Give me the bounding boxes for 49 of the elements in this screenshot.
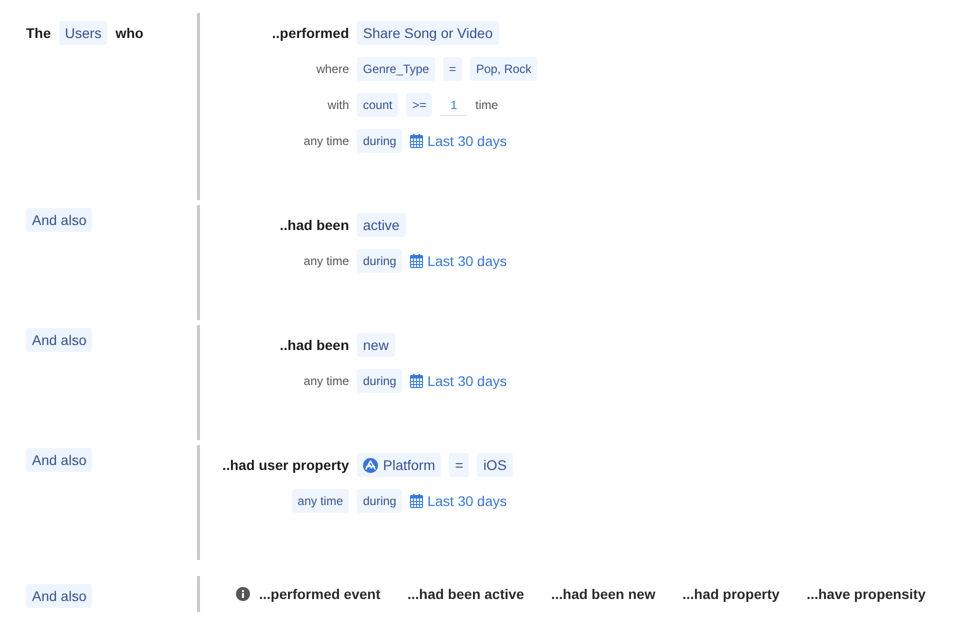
- condition-label: ..had been: [280, 337, 349, 353]
- condition-label: ..had user property: [222, 457, 349, 473]
- info-icon: [236, 587, 250, 601]
- intro-text: who: [115, 25, 144, 41]
- calendar-icon: [410, 494, 424, 508]
- filter-chip[interactable]: count: [357, 93, 398, 117]
- condition-option-link[interactable]: ...have propensity: [806, 586, 926, 602]
- date-range-link[interactable]: Last 30 days: [410, 253, 507, 269]
- filter-chip[interactable]: iOS: [477, 453, 513, 477]
- logo-icon: [363, 458, 378, 472]
- filter-chip[interactable]: new: [357, 333, 395, 357]
- filter-chip[interactable]: Pop, Rock: [470, 57, 538, 81]
- connector-chip[interactable]: And also: [26, 328, 92, 352]
- filter-chip[interactable]: Share Song or Video: [357, 21, 499, 45]
- condition-option-link[interactable]: ...had property: [682, 586, 780, 602]
- property-chip[interactable]: Platform: [357, 453, 442, 477]
- clause-label: any time: [304, 374, 349, 388]
- date-range-link[interactable]: Last 30 days: [410, 373, 507, 389]
- count-input[interactable]: 1: [440, 94, 468, 116]
- clause-label: any time: [304, 134, 349, 148]
- condition-label: ..had been: [280, 217, 349, 233]
- condition-label: ..performed: [272, 25, 349, 41]
- connector-chip[interactable]: And also: [26, 448, 92, 472]
- filter-chip[interactable]: Genre_Type: [357, 57, 436, 81]
- filter-chip[interactable]: during: [357, 369, 402, 393]
- filter-chip[interactable]: =: [443, 57, 462, 81]
- clause-chip[interactable]: any time: [292, 489, 349, 513]
- clause-label: any time: [304, 254, 349, 268]
- date-range-link[interactable]: Last 30 days: [410, 133, 507, 149]
- connector-chip[interactable]: And also: [26, 208, 92, 232]
- clause-label: where: [316, 62, 349, 76]
- filter-chip[interactable]: during: [357, 129, 402, 153]
- calendar-icon: [410, 134, 424, 148]
- condition-option-link[interactable]: ...performed event: [259, 586, 380, 602]
- filter-chip[interactable]: =: [449, 453, 470, 477]
- unit-label: time: [475, 98, 498, 112]
- calendar-icon: [410, 254, 424, 268]
- subject-chip[interactable]: Users: [58, 21, 108, 45]
- filter-chip[interactable]: during: [357, 489, 402, 513]
- condition-option-link[interactable]: ...had been active: [407, 586, 524, 602]
- calendar-icon: [410, 374, 424, 388]
- intro-text: The: [26, 25, 51, 41]
- date-range-link[interactable]: Last 30 days: [410, 493, 507, 509]
- clause-label: with: [328, 98, 349, 112]
- condition-option-link[interactable]: ...had been new: [551, 586, 656, 602]
- filter-chip[interactable]: active: [357, 213, 406, 237]
- filter-chip[interactable]: >=: [406, 93, 432, 117]
- connector-chip[interactable]: And also: [26, 584, 92, 608]
- filter-chip[interactable]: during: [357, 249, 402, 273]
